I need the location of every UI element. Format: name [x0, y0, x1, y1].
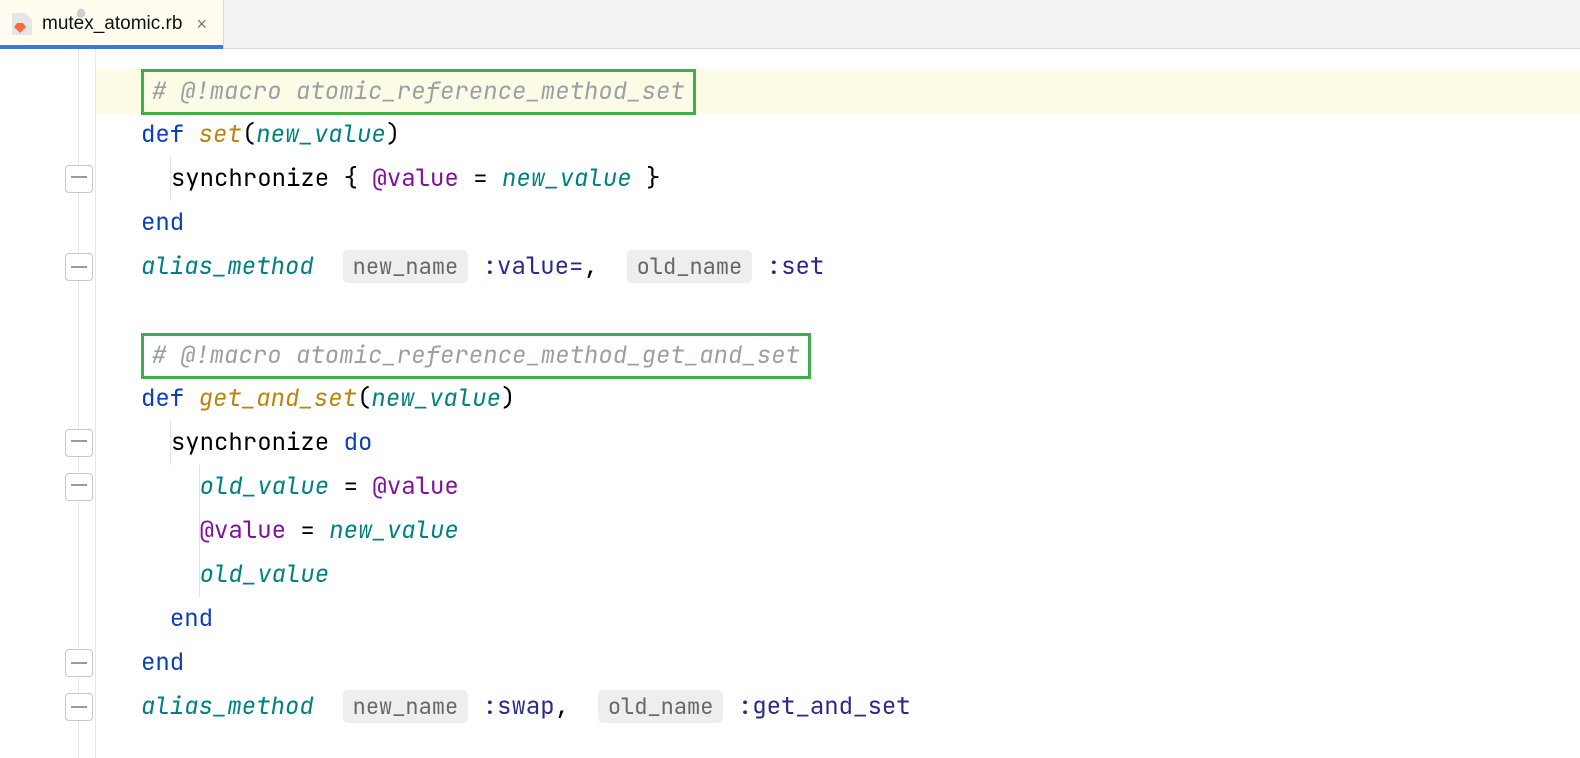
identifier: old_value: [200, 559, 330, 590]
inlay-hint: new_name: [343, 250, 469, 283]
code-line[interactable]: def set(new_value): [96, 113, 1580, 157]
code-line[interactable]: old_value = @value: [96, 465, 1580, 509]
ivar: @value: [372, 471, 458, 502]
parameter: new_value: [329, 515, 459, 546]
fold-handle[interactable]: [65, 429, 93, 457]
fold-handle[interactable]: [65, 649, 93, 677]
code-line[interactable]: # @!macro atomic_reference_method_get_an…: [96, 333, 1580, 377]
parameter: new_value: [371, 383, 501, 414]
gutter: [0, 49, 96, 758]
code-line[interactable]: old_value: [96, 553, 1580, 597]
keyword-def: def: [141, 119, 184, 150]
code-line[interactable]: [96, 289, 1580, 333]
code-line[interactable]: alias_method new_name :value=, old_name …: [96, 245, 1580, 289]
keyword-do: do: [344, 427, 373, 458]
inlay-hint: old_name: [627, 250, 753, 283]
code-line[interactable]: synchronize { @value = new_value }: [96, 157, 1580, 201]
keyword-end: end: [141, 647, 184, 678]
code-line[interactable]: end: [96, 201, 1580, 245]
code-line[interactable]: @value = new_value: [96, 509, 1580, 553]
ivar: @value: [200, 515, 286, 546]
keyword-end: end: [141, 207, 184, 238]
file-tab[interactable]: mutex_atomic.rb ×: [0, 0, 224, 48]
code-area[interactable]: # @!macro atomic_reference_method_set de…: [96, 49, 1580, 758]
ruby-file-icon: [12, 13, 32, 35]
parameter: new_value: [256, 119, 386, 150]
code-line[interactable]: # @!macro atomic_reference_method_set: [96, 69, 1580, 113]
editor: # @!macro atomic_reference_method_set de…: [0, 49, 1580, 758]
parameter: new_value: [502, 163, 632, 194]
inlay-hint: new_name: [343, 690, 469, 723]
code-line[interactable]: def get_and_set(new_value): [96, 377, 1580, 421]
identifier: synchronize: [171, 163, 329, 194]
tab-bar: mutex_atomic.rb ×: [0, 0, 1580, 49]
code-line[interactable]: end: [96, 641, 1580, 685]
close-icon[interactable]: ×: [196, 14, 207, 35]
comment: # @!macro atomic_reference_method_set: [152, 76, 685, 107]
ivar: @value: [372, 163, 458, 194]
method-name: get_and_set: [199, 383, 357, 414]
code-line[interactable]: alias_method new_name :swap, old_name :g…: [96, 685, 1580, 729]
fold-handle[interactable]: [65, 473, 93, 501]
fold-handle[interactable]: [65, 253, 93, 281]
identifier: synchronize: [171, 427, 329, 458]
tab-filename: mutex_atomic.rb: [42, 13, 182, 35]
keyword-end: end: [170, 603, 213, 634]
keyword-def: def: [141, 383, 184, 414]
code-line[interactable]: synchronize do: [96, 421, 1580, 465]
symbol: :set: [767, 251, 825, 282]
symbol: :value=: [483, 251, 584, 282]
fold-handle[interactable]: [65, 165, 93, 193]
fold-handle[interactable]: [65, 693, 93, 721]
method-name: set: [199, 119, 242, 150]
identifier: alias_method: [141, 251, 314, 282]
symbol: :get_and_set: [738, 691, 911, 722]
code-line[interactable]: end: [96, 597, 1580, 641]
inlay-hint: old_name: [598, 690, 724, 723]
identifier: alias_method: [141, 691, 314, 722]
identifier: old_value: [200, 471, 330, 502]
comment: # @!macro atomic_reference_method_get_an…: [152, 340, 800, 371]
symbol: :swap: [483, 691, 555, 722]
